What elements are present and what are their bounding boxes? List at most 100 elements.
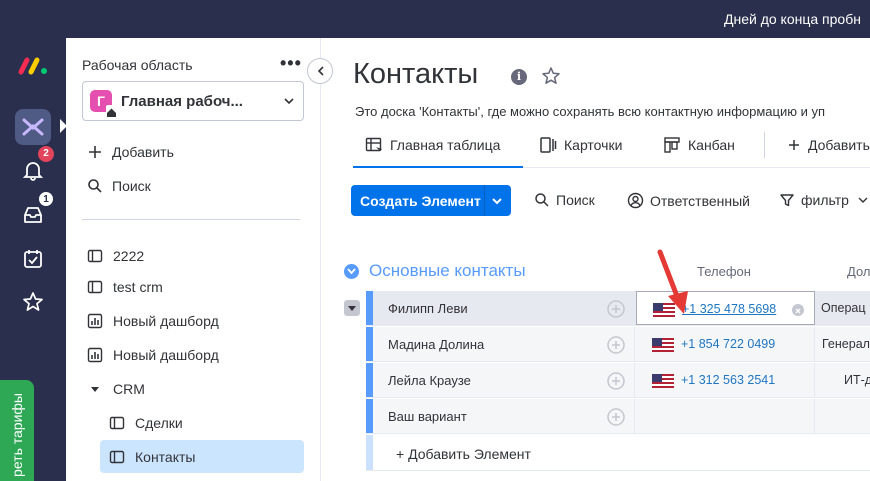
item-name[interactable]: Ваш вариант (388, 409, 467, 424)
search-icon (86, 177, 104, 195)
sidebar-item-label: Сделки (135, 415, 183, 431)
table-row[interactable]: Мадина Долина +1 854 722 0499 Генерал (366, 327, 870, 362)
phone-cell[interactable]: +1 312 563 2541 (636, 363, 815, 397)
add-update-icon[interactable] (606, 407, 626, 427)
phone-cell[interactable] (636, 399, 815, 433)
clear-icon[interactable] (792, 304, 804, 316)
table-icon (365, 136, 383, 154)
tab-kanban[interactable]: Канбан (663, 134, 735, 156)
notifications-badge: 2 (38, 146, 54, 162)
add-update-icon[interactable] (606, 335, 626, 355)
phone-cell[interactable]: +1 854 722 0499 (636, 327, 815, 361)
add-item-label[interactable]: + Добавить Элемент (396, 446, 531, 462)
sidebar-item-test-crm[interactable]: test crm (86, 276, 163, 298)
folder-crm[interactable]: CRM (86, 378, 145, 400)
workspace-label: Рабочая область (82, 57, 193, 73)
group-title[interactable]: Основные контакты (369, 261, 526, 281)
row-menu-button[interactable] (344, 300, 360, 316)
see-plans-label: реть тарифы (9, 393, 25, 477)
search-icon (534, 192, 550, 208)
item-name[interactable]: Мадина Долина (388, 337, 484, 352)
toolbar-person-filter[interactable]: Ответственный (627, 192, 750, 209)
position-value[interactable]: Генерал (822, 337, 870, 351)
active-tab-indicator (353, 166, 523, 168)
person-icon (627, 192, 644, 209)
sidebar-item-label: Новый дашборд (113, 313, 219, 329)
workspace-selector[interactable]: Г Главная рабоч... (82, 81, 304, 121)
workspaces-button[interactable] (15, 109, 51, 145)
position-value[interactable]: Операц (821, 301, 866, 315)
workspace-icon (22, 118, 44, 136)
sidebar-item-dashboard-2[interactable]: Новый дашборд (86, 344, 219, 366)
board-icon (108, 448, 126, 466)
sidebar-item-deals[interactable]: Сделки (108, 412, 183, 434)
chevron-down-icon[interactable] (490, 195, 504, 207)
folder-label: CRM (113, 381, 145, 397)
inbox-icon[interactable] (22, 204, 44, 226)
table-row[interactable]: Лейла Краузе +1 312 563 2541 ИТ-д (366, 363, 870, 398)
trial-days-text[interactable]: Дней до конца пробн (724, 11, 861, 27)
workspace-more-button[interactable]: ••• (280, 53, 302, 74)
sidebar-item-label: Новый дашборд (113, 347, 219, 363)
chevron-down-icon (858, 197, 868, 203)
group-color-stripe (366, 399, 373, 433)
search-label: Поиск (112, 178, 151, 194)
table-row[interactable]: Ваш вариант (366, 399, 870, 434)
phone-link[interactable]: +1 325 478 5698 (682, 302, 776, 316)
add-update-icon[interactable] (606, 371, 626, 391)
position-value[interactable]: ИТ-д (844, 373, 870, 387)
favorites-star-icon[interactable] (22, 291, 44, 313)
column-header-position[interactable]: Дол (847, 264, 870, 279)
item-name-cell[interactable]: Мадина Долина (373, 327, 635, 361)
my-work-icon[interactable] (22, 248, 44, 270)
table-row[interactable]: Филипп Леви +1 325 478 5698 Операц (366, 291, 870, 326)
tab-separator (764, 132, 765, 158)
search-button[interactable]: Поиск (86, 175, 151, 197)
sidebar-item-2222[interactable]: 2222 (86, 245, 144, 267)
create-item-button[interactable]: Создать Элемент (351, 185, 511, 216)
tab-add-view[interactable]: Добавить (787, 134, 870, 156)
item-name-cell[interactable]: Ваш вариант (373, 399, 635, 433)
divider (82, 219, 300, 220)
group-color-stripe (366, 291, 373, 325)
add-label: Добавить (112, 144, 174, 160)
tab-main-table[interactable]: Главная таблица (365, 134, 500, 156)
us-flag-icon (652, 374, 674, 388)
monday-logo-icon[interactable] (17, 54, 49, 76)
sidebar-item-contacts[interactable]: Контакты (108, 446, 195, 468)
add-button[interactable]: Добавить (86, 141, 174, 163)
home-icon (106, 105, 117, 117)
bell-icon[interactable] (22, 159, 44, 181)
item-name[interactable]: Филипп Леви (388, 301, 468, 316)
toolbar-person-label: Ответственный (650, 192, 750, 209)
left-rail: 2 1 реть тарифы (0, 38, 67, 481)
toolbar-filter[interactable]: фильтр (779, 192, 869, 208)
phone-link[interactable]: +1 312 563 2541 (681, 373, 775, 387)
group-color-stripe (366, 327, 373, 361)
tab-cards[interactable]: Карточки (539, 134, 622, 156)
board-title[interactable]: Контакты (353, 58, 478, 91)
toolbar-search[interactable]: Поиск (534, 192, 595, 208)
top-bar: Дней до конца пробн (0, 0, 870, 38)
board-description[interactable]: Это доска 'Контакты', где можно сохранят… (355, 104, 825, 119)
sidebar-item-dashboard-1[interactable]: Новый дашборд (86, 310, 219, 332)
info-icon[interactable]: i (511, 69, 527, 85)
board-main: Контакты i Это доска 'Контакты', где мож… (322, 38, 870, 481)
see-plans-button[interactable]: реть тарифы (0, 380, 34, 481)
item-name[interactable]: Лейла Краузе (388, 373, 471, 388)
item-name-cell[interactable]: Лейла Краузе (373, 363, 635, 397)
caret-down-icon (86, 380, 104, 398)
add-update-icon[interactable] (606, 299, 626, 319)
group-header[interactable]: Основные контакты (344, 261, 526, 281)
item-name-cell[interactable]: Филипп Леви (373, 291, 635, 325)
column-header-phone[interactable]: Телефон (697, 264, 751, 279)
filter-icon (779, 192, 795, 208)
tab-label: Главная таблица (390, 137, 501, 153)
group-collapse-icon[interactable] (344, 263, 359, 279)
workspace-name: Главная рабоч... (121, 93, 243, 110)
add-item-row[interactable]: + Добавить Элемент (366, 435, 870, 471)
phone-link[interactable]: +1 854 722 0499 (681, 337, 775, 351)
group-color-stripe (366, 363, 373, 397)
favorite-star-icon[interactable] (541, 66, 561, 86)
button-split (484, 185, 485, 216)
